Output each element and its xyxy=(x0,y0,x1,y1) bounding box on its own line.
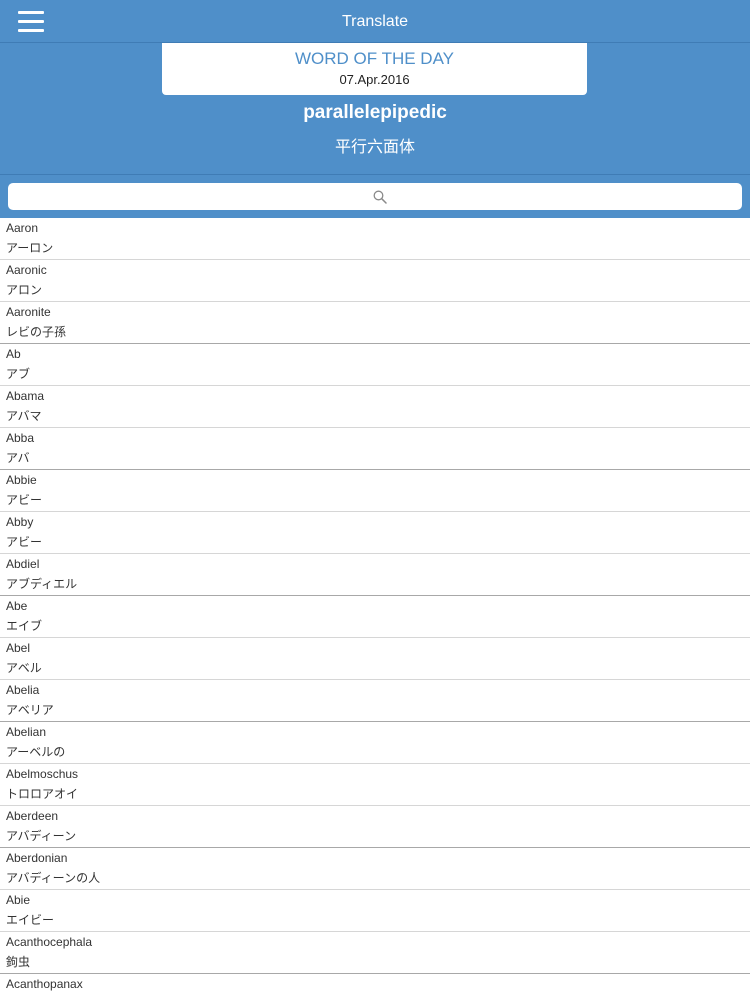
entry-translation: アビー xyxy=(6,535,43,549)
dictionary-list: Aaron アーロン Aaronic アロン Aaronite レビの子孫 Ab… xyxy=(0,218,750,1000)
top-bar: Translate xyxy=(0,0,750,43)
entry-word: Acanthocephala xyxy=(6,935,93,949)
entry-word: Aaronite xyxy=(6,305,51,319)
list-item[interactable]: Abama アバマ xyxy=(0,386,750,428)
translate-screen: Translate WORD OF THE DAY 07.Apr.2016 pa… xyxy=(0,0,750,1000)
entry-translation: 鉤虫 xyxy=(6,955,31,969)
list-item[interactable]: Abelmoschus トロロアオイ xyxy=(0,764,750,806)
menu-icon[interactable] xyxy=(18,10,44,32)
entry-translation: アベル xyxy=(6,661,42,675)
list-item[interactable]: Acanthopanax xyxy=(0,974,750,1000)
list-item[interactable]: Abbie アビー xyxy=(0,470,750,512)
list-item[interactable]: Aaronite レビの子孫 xyxy=(0,302,750,344)
entry-translation: アビー xyxy=(6,493,43,507)
list-item[interactable]: Ab アブ xyxy=(0,344,750,386)
list-item[interactable]: Abie エイビー xyxy=(0,890,750,932)
list-item[interactable]: Aaron アーロン xyxy=(0,218,750,260)
entry-translation: アバディーンの人 xyxy=(6,871,101,885)
search-icon xyxy=(373,190,387,204)
list-item[interactable]: Abe エイブ xyxy=(0,596,750,638)
list-item[interactable]: Abba アバ xyxy=(0,428,750,470)
entry-word: Abba xyxy=(6,431,35,445)
word-of-the-day-date: 07.Apr.2016 xyxy=(339,72,410,87)
entry-translation: アロン xyxy=(6,283,43,297)
search-input[interactable] xyxy=(8,183,742,210)
word-of-the-day-heading: WORD OF THE DAY xyxy=(295,49,454,68)
list-item[interactable]: Aaronic アロン xyxy=(0,260,750,302)
entry-word: Aberdonian xyxy=(6,851,68,865)
entry-word: Aaronic xyxy=(6,263,47,277)
entry-word: Abby xyxy=(6,515,34,529)
entry-word: Ab xyxy=(6,347,21,361)
entry-translation: レビの子孫 xyxy=(6,325,67,339)
word-of-the-day-translation: 平行六面体 xyxy=(334,139,415,156)
entry-word: Acanthopanax xyxy=(6,977,83,991)
entry-translation: アブディエル xyxy=(6,577,78,591)
entry-translation: アブ xyxy=(6,367,31,381)
entry-translation: アバマ xyxy=(6,409,42,423)
entry-translation: アバ xyxy=(6,451,30,465)
entry-translation: アベリア xyxy=(6,703,54,717)
entry-word: Abelia xyxy=(6,683,40,697)
list-item[interactable]: Abelia アベリア xyxy=(0,680,750,722)
word-of-the-day-word[interactable]: parallelepipedic xyxy=(0,100,750,126)
entry-word: Aberdeen xyxy=(6,809,59,823)
entry-word: Abama xyxy=(6,389,45,403)
entry-word: Abe xyxy=(6,599,28,613)
entry-word: Abel xyxy=(6,641,31,655)
entry-translation: エイブ xyxy=(6,619,43,633)
list-item[interactable]: Abelian アーベルの xyxy=(0,722,750,764)
search-bar xyxy=(0,174,750,219)
word-of-the-day-card[interactable]: WORD OF THE DAY 07.Apr.2016 xyxy=(162,43,587,95)
entry-translation: アバディーン xyxy=(6,829,77,843)
entry-translation: トロロアオイ xyxy=(6,787,79,801)
list-item[interactable]: Abdiel アブディエル xyxy=(0,554,750,596)
entry-translation: アーロン xyxy=(6,241,54,255)
entry-word: Abbie xyxy=(6,473,37,487)
list-item[interactable]: Aberdeen アバディーン xyxy=(0,806,750,848)
list-item[interactable]: Aberdonian アバディーンの人 xyxy=(0,848,750,890)
app-title: Translate xyxy=(341,13,409,30)
entry-word: Abdiel xyxy=(6,557,40,571)
entry-translation: アーベルの xyxy=(6,745,66,759)
list-item[interactable]: Abel アベル xyxy=(0,638,750,680)
entry-word: Abelian xyxy=(6,725,47,739)
entry-translation: エイビー xyxy=(6,913,55,927)
list-item[interactable]: Acanthocephala 鉤虫 xyxy=(0,932,750,974)
entry-word: Aaron xyxy=(6,221,39,235)
entry-word: Abie xyxy=(6,893,31,907)
list-item[interactable]: Abby アビー xyxy=(0,512,750,554)
header: Translate WORD OF THE DAY 07.Apr.2016 pa… xyxy=(0,0,750,218)
entry-word: Abelmoschus xyxy=(6,767,79,781)
